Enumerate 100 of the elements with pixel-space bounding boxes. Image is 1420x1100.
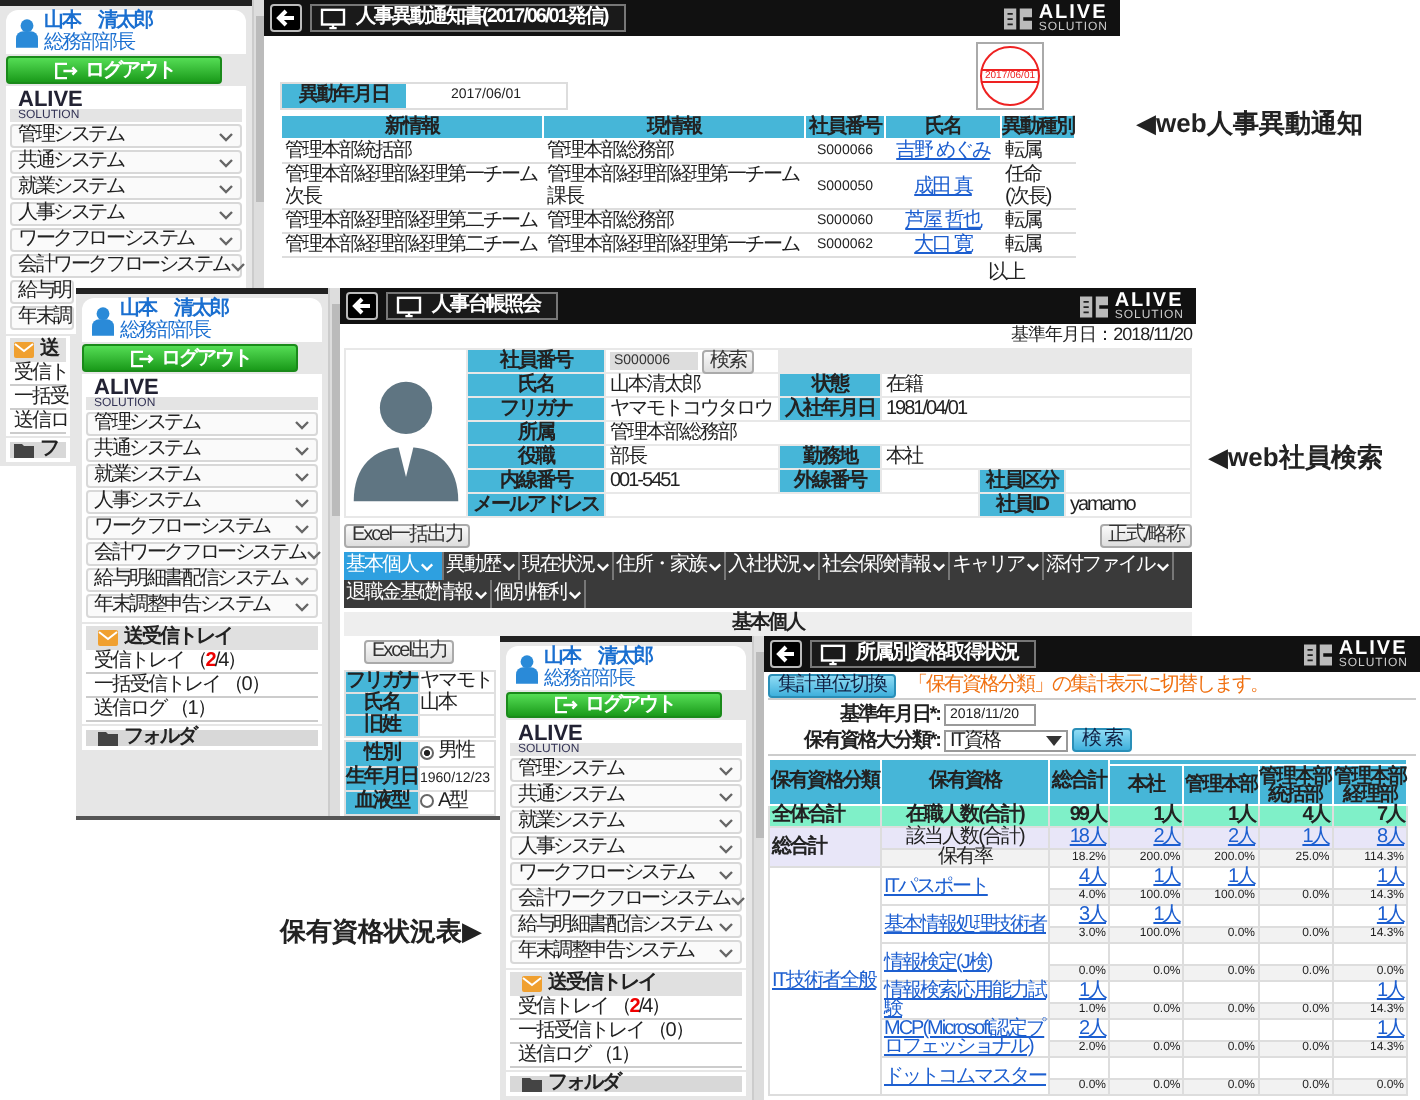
qualification-link[interactable]: 情報検索応用能力試験: [884, 982, 1046, 1018]
back-button[interactable]: [770, 640, 802, 668]
menu-item[interactable]: 人事システム: [510, 836, 742, 860]
name-link[interactable]: 大口 寛: [914, 234, 972, 256]
menu-item[interactable]: 会計ワークフローシステム: [86, 542, 318, 566]
tray-item[interactable]: 送信ログ （1）: [510, 1044, 742, 1068]
field-value: 山本: [420, 694, 494, 714]
logout-icon: [53, 61, 79, 79]
qualification-link[interactable]: MCP(Microsoft認定プロフェッショナル): [884, 1020, 1046, 1056]
menu-item[interactable]: 共通システム: [10, 150, 242, 174]
table-cell: 全体合計: [769, 805, 881, 827]
window-title: 人事台帳照会: [432, 296, 540, 316]
table-cell: 管理本部総務部: [543, 139, 805, 163]
tray-item[interactable]: 受信トレイ （2/4）: [510, 996, 742, 1020]
menu-item[interactable]: 人事システム: [86, 490, 318, 514]
menu-item[interactable]: 就業システム: [86, 464, 318, 488]
tab[interactable]: 入社状況: [726, 552, 820, 580]
menu-item[interactable]: ワークフローシステム: [510, 862, 742, 886]
chevron-down-icon: [420, 561, 434, 571]
menu-item[interactable]: 就業システム: [10, 176, 242, 200]
menu-item[interactable]: ワークフローシステム: [10, 228, 242, 252]
aggregation-toggle-button[interactable]: 集計単位切換: [768, 673, 896, 697]
user-name[interactable]: 山本 清太郎: [44, 10, 152, 32]
tab[interactable]: 現在状況: [520, 552, 614, 580]
menu-item[interactable]: 会計ワークフローシステム: [10, 254, 242, 278]
tab[interactable]: 社会保険情報: [820, 552, 950, 580]
menu-item[interactable]: 年末調整申告システム: [86, 594, 318, 618]
menu-item[interactable]: 共通システム: [510, 784, 742, 808]
tab[interactable]: キャリア: [950, 552, 1044, 580]
tab[interactable]: 個別権利: [492, 580, 586, 608]
logo-text: ALIVE: [1038, 3, 1108, 21]
category-link[interactable]: IT技術者全般: [772, 969, 876, 991]
arrow-left-icon: [276, 8, 296, 28]
field-label: 社員区分: [980, 470, 1064, 492]
user-name[interactable]: 山本 清太郎: [120, 298, 228, 320]
menu-item[interactable]: ワークフローシステム: [86, 516, 318, 540]
excel-export-button[interactable]: Excel一括出力: [344, 524, 471, 548]
menu-item[interactable]: 人事システム: [10, 202, 242, 226]
tray-item[interactable]: 送信ログ （1）: [86, 698, 318, 722]
tray-item[interactable]: 送信ロ: [10, 410, 66, 434]
menu-item[interactable]: 共通システム: [86, 438, 318, 462]
search-button[interactable]: 検 索: [1072, 728, 1132, 752]
name-link[interactable]: 芦屋 哲也: [905, 210, 981, 232]
column-header: 社員番号: [805, 115, 885, 139]
field-label: フリガナ: [468, 398, 604, 420]
folder-title: フォルダ: [124, 728, 196, 748]
menu-item[interactable]: 年末調整申告システム: [510, 940, 742, 964]
field-label: 保有資格大分類*:: [801, 729, 940, 751]
tray-item[interactable]: 一括受信トレイ （0）: [510, 1020, 742, 1044]
menu-item[interactable]: 給与明: [10, 280, 74, 304]
search-button[interactable]: 検索: [702, 349, 754, 373]
menu-item[interactable]: 年末調: [10, 306, 74, 330]
menu-item[interactable]: 給与明細書配信システム: [510, 914, 742, 938]
tray-item[interactable]: 受信トレイ （2/4）: [86, 650, 318, 674]
tray-title: 送受信トレイ: [548, 974, 656, 994]
name-link[interactable]: 吉野 めぐみ: [896, 140, 990, 162]
mail-icon: [98, 630, 118, 646]
tray-item[interactable]: 一括受信トレイ （0）: [86, 674, 318, 698]
table-cell: 該当人数(合計): [881, 827, 1049, 849]
radio-button[interactable]: [420, 794, 434, 808]
menu-item[interactable]: 会計ワークフローシステム: [510, 888, 742, 912]
user-name[interactable]: 山本 清太郎: [544, 646, 652, 668]
name-link[interactable]: 成田 真: [914, 175, 972, 197]
table-cell: 転属: [1001, 139, 1075, 163]
back-button[interactable]: [270, 4, 302, 32]
section-header: 基本個人: [344, 612, 1192, 636]
caption: 保有資格状況表▶: [280, 916, 482, 946]
chevron-down-icon: [474, 589, 488, 599]
back-button[interactable]: [346, 292, 378, 320]
logo-text: ALIVE: [518, 724, 583, 744]
tab[interactable]: 退職金基礎情報: [344, 580, 492, 608]
chevron-down-icon: [568, 589, 582, 599]
menu-item[interactable]: 管理システム: [10, 124, 242, 148]
menu-item[interactable]: 就業システム: [510, 810, 742, 834]
field-label: 基準年月日*:: [837, 703, 940, 725]
radio-button[interactable]: [420, 745, 434, 759]
field-label: 氏名: [346, 694, 418, 714]
tray-item[interactable]: 一括受: [10, 386, 66, 410]
tray-item[interactable]: 受信ト: [10, 362, 66, 386]
tab[interactable]: 異動歴: [444, 552, 520, 580]
person-icon: [516, 653, 538, 683]
tab[interactable]: 添付ファイル: [1044, 552, 1174, 580]
menu-item[interactable]: 給与明細書配信システム: [86, 568, 318, 592]
category-select[interactable]: IT資格: [944, 729, 1068, 751]
excel-export-button[interactable]: Excel出力: [364, 640, 455, 664]
field-value: 山本清太郎: [606, 374, 778, 396]
radio-label: 男性: [438, 742, 474, 762]
chevron-down-icon: [502, 561, 516, 571]
chevron-down-icon: [596, 561, 610, 571]
field-label: 社員ID: [980, 494, 1064, 516]
menu-item[interactable]: 管理システム: [86, 412, 318, 436]
menu-item[interactable]: 管理システム: [510, 758, 742, 782]
field-label: 状態: [780, 374, 880, 396]
field-label: 役職: [468, 446, 604, 468]
tab[interactable]: 住所・家族: [614, 552, 726, 580]
logo-mark-icon: [1004, 7, 1033, 29]
table-cell: 在職人数(合計): [881, 805, 1049, 827]
field-label: 性別: [346, 742, 418, 765]
name-format-button[interactable]: 正式/略称: [1100, 524, 1192, 548]
tray-title: 送受信トレイ: [124, 628, 232, 648]
